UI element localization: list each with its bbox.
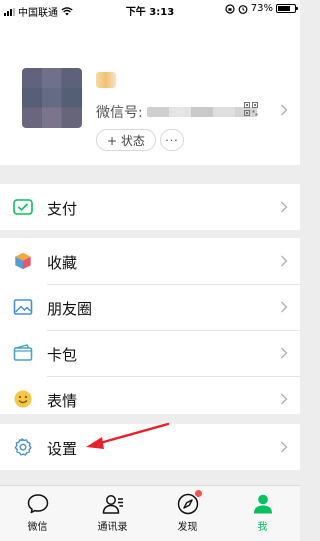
menu-item-label: 收藏 [47, 254, 78, 272]
notification-dot [194, 490, 202, 497]
menu-item-cards[interactable]: 卡包 [0, 330, 300, 376]
menu-item-pay[interactable]: 支付 [0, 184, 300, 230]
tab-chats[interactable]: 微信 [0, 486, 75, 541]
alarm-icon [238, 4, 248, 14]
picture-icon [13, 299, 33, 315]
gear-icon [14, 438, 32, 456]
tab-discover[interactable]: 发现 [150, 486, 225, 541]
chevron-right-icon [281, 347, 288, 359]
nickname [96, 72, 116, 88]
menu-item-settings[interactable]: 设置 [0, 424, 300, 470]
menu-item-label: 朋友圈 [47, 300, 93, 318]
more-button[interactable]: ··· [160, 129, 184, 151]
chevron-right-icon [281, 441, 288, 453]
tab-label: 微信 [27, 522, 48, 533]
contacts-icon [102, 495, 123, 514]
person-icon [253, 494, 272, 514]
wechat-id-row: 微信号: [96, 102, 257, 122]
settings-group: 设置 [0, 424, 300, 470]
battery-icon [276, 4, 298, 13]
battery-fill [278, 6, 290, 11]
avatar[interactable] [22, 68, 82, 128]
chevron-right-icon [281, 104, 288, 116]
menu-item-label: 卡包 [47, 346, 78, 364]
add-status-button[interactable]: + 状态 [96, 129, 156, 151]
tab-contacts[interactable]: 通讯录 [75, 486, 150, 541]
chevron-right-icon [281, 201, 288, 213]
chevron-right-icon [281, 393, 288, 405]
cube-icon [14, 252, 32, 270]
tab-label: 发现 [177, 522, 198, 533]
smiley-icon [14, 390, 32, 408]
tab-me[interactable]: 我 [225, 486, 300, 541]
menu-item-stickers[interactable]: 表情 [0, 376, 300, 422]
rotation-lock-icon [225, 3, 235, 14]
qr-code-icon[interactable] [244, 102, 258, 116]
chevron-right-icon [281, 255, 288, 267]
battery-percent: 73% [250, 3, 273, 14]
menu-item-favorites[interactable]: 收藏 [0, 238, 300, 284]
profile-header[interactable]: 微信号: + 状态 ··· [0, 20, 300, 165]
menu-item-moments[interactable]: 朋友圈 [0, 284, 300, 330]
pay-icon [13, 199, 33, 215]
menu-item-label: 表情 [47, 392, 78, 410]
tab-label: 通讯录 [97, 522, 128, 533]
tab-label: 我 [257, 522, 268, 533]
status-bar: 中国联通 下午 3:13 73% [0, 0, 300, 20]
features-group: 收藏 朋友圈 卡包 表情 [0, 238, 300, 414]
menu-item-label: 支付 [47, 200, 78, 218]
chat-bubble-icon [27, 494, 48, 514]
chevron-right-icon [281, 301, 288, 313]
wallet-icon [13, 344, 33, 361]
wechat-id-value [146, 107, 257, 117]
wechat-id-label: 微信号: [96, 105, 143, 121]
pay-group: 支付 [0, 184, 300, 230]
menu-item-label: 设置 [47, 440, 78, 458]
tab-bar: 微信 通讯录 发现 我 [0, 485, 300, 541]
